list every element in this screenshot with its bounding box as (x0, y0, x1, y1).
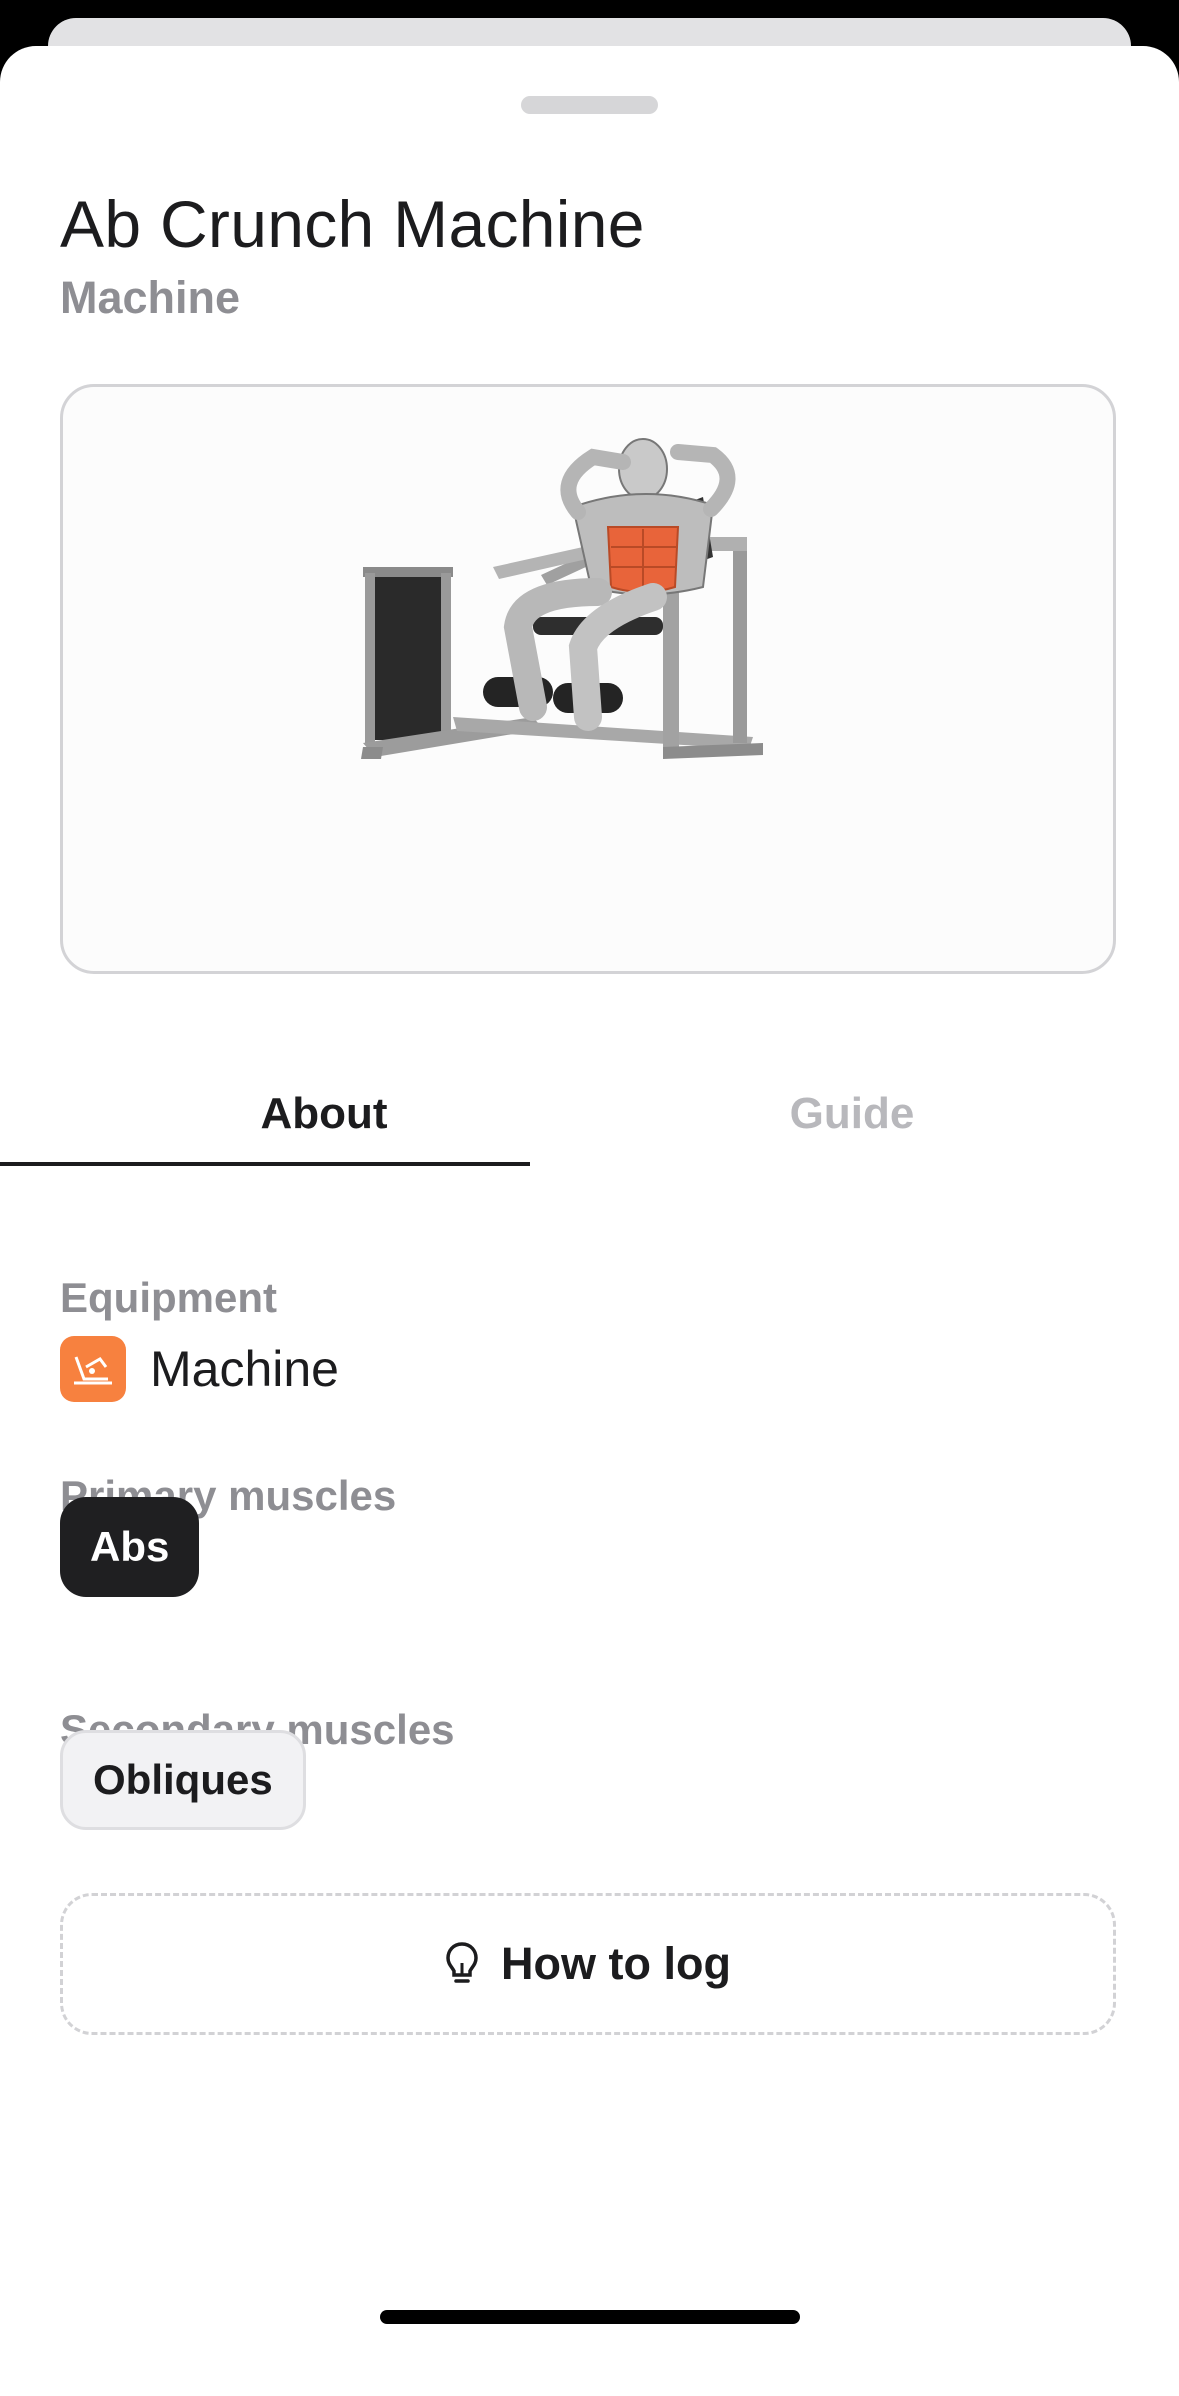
machine-icon (60, 1336, 126, 1402)
exercise-detail-sheet: Ab Crunch Machine Machine About Guide Eq… (0, 46, 1179, 2396)
tab-guide[interactable]: Guide (588, 1056, 1116, 1172)
how-to-log-label: How to log (501, 1938, 731, 1989)
tab-bar: About Guide (60, 1056, 1116, 1172)
home-indicator[interactable] (380, 2310, 800, 2324)
primary-muscle-chip[interactable]: Abs (60, 1497, 200, 1597)
equipment-label: Machine (150, 1341, 339, 1397)
sheet-grabber[interactable] (521, 96, 658, 114)
exercise-subtitle: Machine (60, 272, 241, 323)
exercise-illustration (60, 384, 1116, 974)
lightbulb-icon (446, 1942, 478, 1983)
active-tab-indicator (0, 1162, 530, 1166)
tab-about[interactable]: About (60, 1056, 588, 1172)
equipment-row: Machine (60, 1336, 339, 1402)
how-to-log-button[interactable]: How to log (60, 1893, 1116, 2035)
ab-crunch-figure (361, 438, 763, 759)
exercise-title: Ab Crunch Machine (60, 187, 645, 261)
secondary-muscle-chip[interactable]: Obliques (60, 1730, 306, 1830)
equipment-heading: Equipment (60, 1274, 277, 1321)
